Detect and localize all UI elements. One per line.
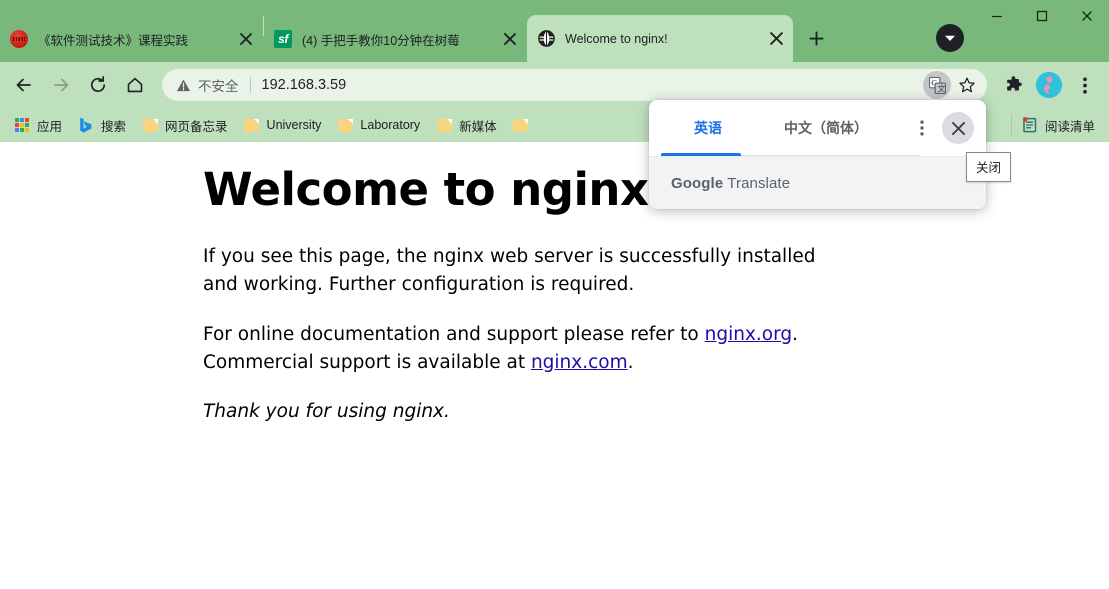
avatar[interactable] <box>1033 69 1065 101</box>
warning-triangle-icon <box>176 78 191 93</box>
window-controls <box>974 0 1109 62</box>
thanks-paragraph: Thank you for using nginx. <box>203 401 450 423</box>
tab-strip: 《软件测试技术》课程实践 sf (4) 手把手教你10分钟在树莓 Welcome… <box>0 0 1109 62</box>
brand-google: Google <box>671 174 724 192</box>
back-arrow-icon[interactable] <box>8 69 40 101</box>
maximize-icon[interactable] <box>1019 0 1064 32</box>
folder-icon <box>244 117 260 133</box>
bookmark-folder-laboratory[interactable]: Laboratory <box>329 112 428 138</box>
translate-tab-chinese[interactable]: 中文（简体） <box>767 100 885 156</box>
bookmark-label: 搜索 <box>101 119 127 134</box>
tab-segmentfault[interactable]: sf (4) 手把手教你10分钟在树莓 <box>264 16 527 62</box>
reload-icon[interactable] <box>82 69 114 101</box>
translate-popup: 英语 中文（简体） Google Translate <box>649 100 986 209</box>
commercial-text-pre: Commercial support is available at <box>203 351 531 373</box>
bookmark-folder-overflow[interactable] <box>505 112 537 138</box>
forward-arrow-icon <box>45 69 77 101</box>
tab-title: (4) 手把手教你10分钟在树莓 <box>302 33 460 48</box>
close-tab-icon[interactable] <box>765 28 787 50</box>
globe-icon <box>537 30 555 48</box>
close-tooltip: 关闭 <box>966 152 1012 182</box>
browser-window: 《软件测试技术》课程实践 sf (4) 手把手教你10分钟在树莓 Welcome… <box>0 0 1109 589</box>
tab-search-icon[interactable] <box>936 24 964 52</box>
svg-text:文: 文 <box>937 83 945 93</box>
bookmark-apps[interactable]: 应用 <box>6 112 70 138</box>
tabs-area: 《软件测试技术》课程实践 sf (4) 手把手教你10分钟在树莓 Welcome… <box>0 0 833 62</box>
three-dot-menu-icon[interactable] <box>1069 69 1101 101</box>
apps-grid-icon <box>14 117 30 133</box>
bookmark-label: Laboratory <box>360 118 421 132</box>
nginx-com-link[interactable]: nginx.com <box>531 352 628 373</box>
commercial-text-period: . <box>627 351 634 373</box>
puzzle-icon[interactable] <box>997 69 1029 101</box>
tab-title: 《软件测试技术》课程实践 <box>38 33 189 48</box>
tab-title: Welcome to nginx! <box>565 31 668 46</box>
translate-icon[interactable]: G 文 <box>923 71 951 99</box>
segmentfault-sf-icon: sf <box>274 30 292 48</box>
folder-icon <box>513 117 529 133</box>
reading-list-icon <box>1022 117 1038 133</box>
url-text[interactable]: 192.168.3.59 <box>262 77 922 93</box>
red-circle-icon <box>10 30 28 48</box>
bookmark-label: 新媒体 <box>459 119 497 134</box>
close-tab-icon[interactable] <box>235 28 257 50</box>
new-tab-icon[interactable] <box>799 21 833 55</box>
three-dot-menu-icon[interactable] <box>908 114 936 142</box>
folder-icon <box>142 117 158 133</box>
docs-text-pre: For online documentation and support ple… <box>203 323 705 345</box>
docs-paragraph: For online documentation and support ple… <box>203 321 833 377</box>
translate-tab-english[interactable]: 英语 <box>649 100 767 156</box>
docs-text-period: . <box>792 323 799 345</box>
bookmark-folder-webmemo[interactable]: 网页备忘录 <box>134 112 236 138</box>
home-icon[interactable] <box>119 69 151 101</box>
translate-popup-footer: Google Translate <box>649 156 986 209</box>
bookmark-label: 应用 <box>37 119 63 134</box>
bookmark-label: University <box>266 118 322 132</box>
close-icon[interactable] <box>942 112 974 144</box>
folder-icon <box>436 117 452 133</box>
close-icon[interactable] <box>1064 0 1109 32</box>
folder-icon <box>337 117 353 133</box>
bookmark-search[interactable]: 搜索 <box>70 112 134 138</box>
minimize-icon[interactable] <box>974 0 1019 32</box>
omnibox-divider <box>249 77 251 93</box>
brand-translate: Translate <box>723 174 791 192</box>
bookmark-label: 网页备忘录 <box>165 119 228 134</box>
tab-ruanjian-ceshi[interactable]: 《软件测试技术》课程实践 <box>0 16 263 62</box>
reading-list-label: 阅读清单 <box>1044 119 1095 134</box>
reading-list-button[interactable]: 阅读清单 <box>1010 114 1103 136</box>
bookmark-folder-xinmeiti[interactable]: 新媒体 <box>428 112 505 138</box>
omnibox-actions: G 文 <box>921 71 981 99</box>
nginx-org-link[interactable]: nginx.org <box>705 324 793 345</box>
translate-tab-indicator <box>661 153 741 156</box>
bing-search-icon <box>78 117 94 133</box>
close-tab-icon[interactable] <box>499 28 521 50</box>
security-status-label: 不安全 <box>198 79 239 94</box>
translate-language-tabs: 英语 中文（简体） <box>649 100 908 156</box>
bookmark-folder-university[interactable]: University <box>236 112 330 138</box>
tab-welcome-to-nginx[interactable]: Welcome to nginx! <box>527 15 793 62</box>
star-icon[interactable] <box>953 71 981 99</box>
translate-popup-header: 英语 中文（简体） <box>649 100 986 156</box>
google-translate-brand: Google Translate <box>671 175 790 192</box>
page-viewport: Welcome to nginx! If you see this page, … <box>0 142 1109 589</box>
intro-paragraph: If you see this page, the nginx web serv… <box>203 246 816 295</box>
address-bar[interactable]: 不安全 192.168.3.59 G 文 <box>162 69 987 101</box>
